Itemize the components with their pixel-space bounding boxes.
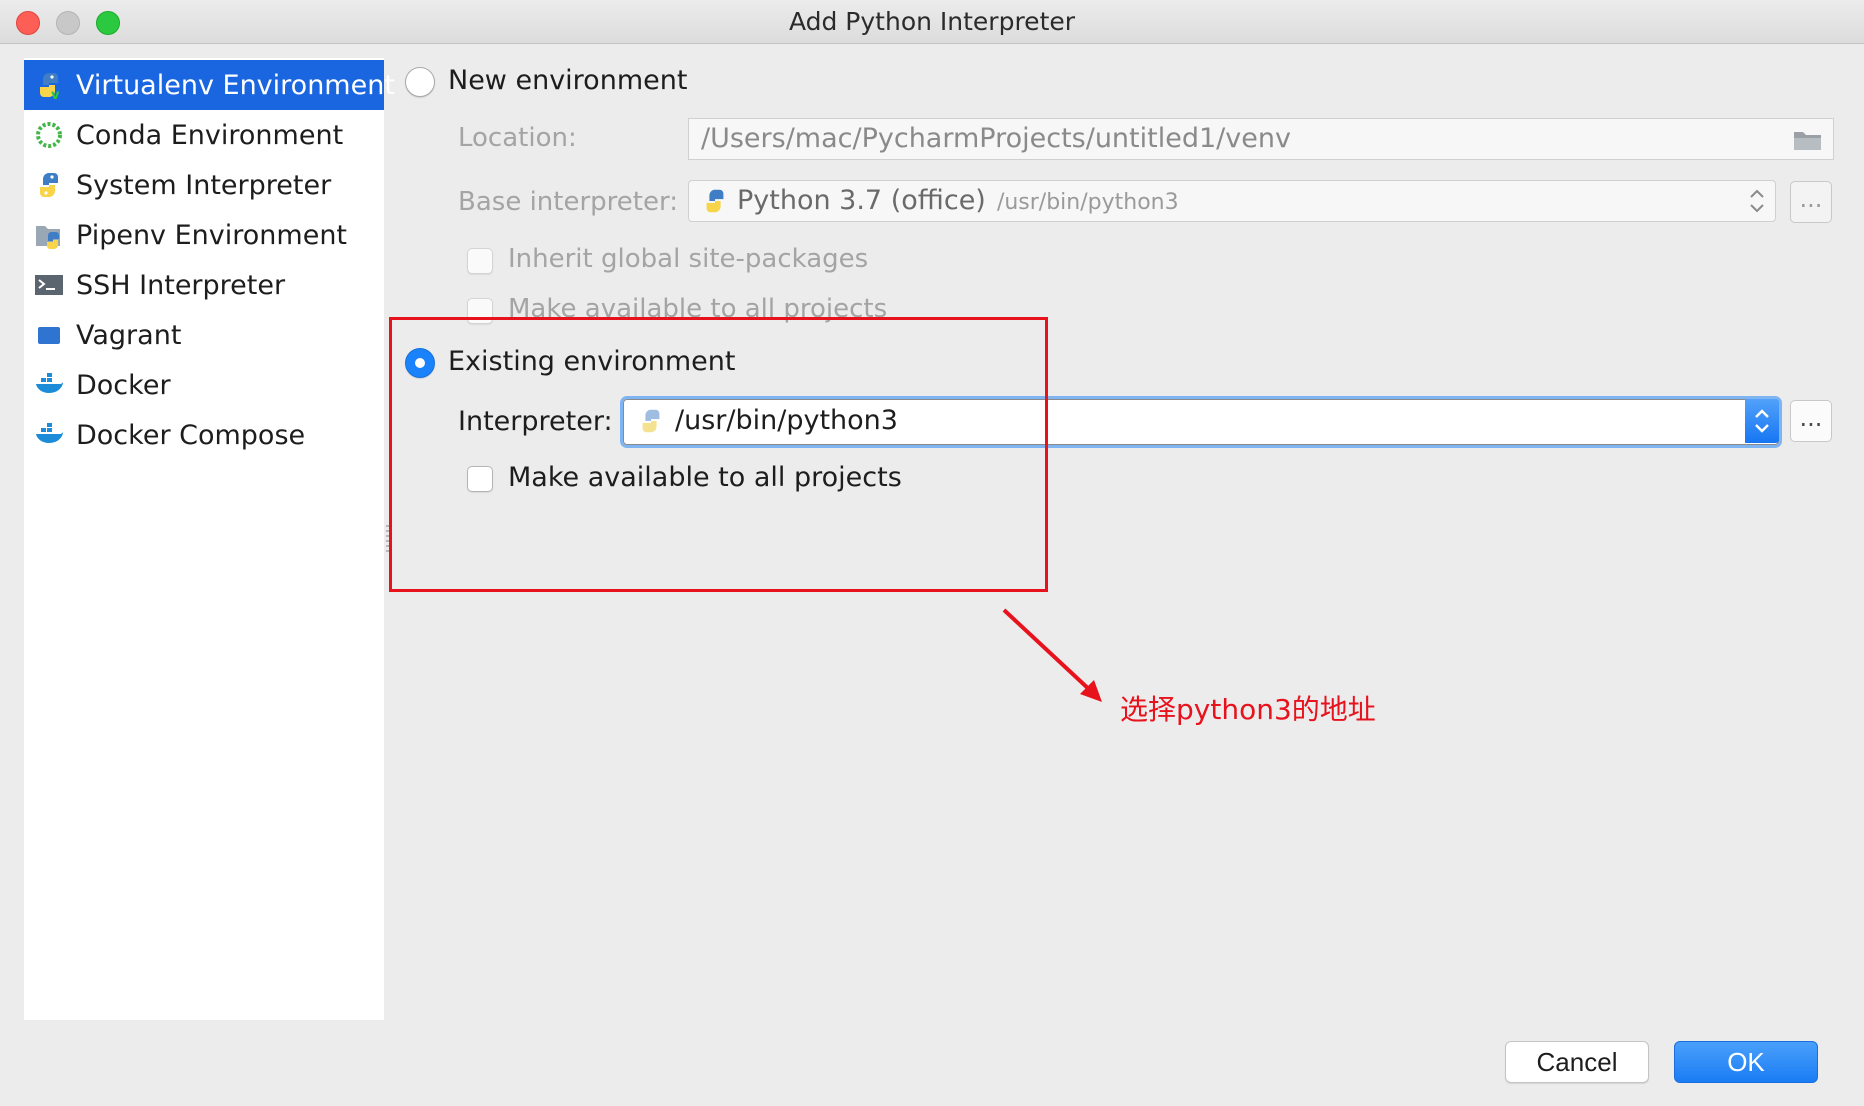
inherit-site-packages-checkbox[interactable] <box>467 248 493 274</box>
ok-button[interactable]: OK <box>1674 1041 1818 1083</box>
sidebar-item-conda[interactable]: Conda Environment <box>24 110 384 160</box>
new-environment-radio[interactable] <box>405 67 435 97</box>
python-icon <box>701 187 729 215</box>
sidebar-item-ssh[interactable]: SSH Interpreter <box>24 260 384 310</box>
sidebar-item-label: SSH Interpreter <box>76 269 286 301</box>
sidebar-item-label: System Interpreter <box>76 169 332 201</box>
conda-icon <box>34 120 64 150</box>
updown-chevron-icon <box>1755 409 1769 433</box>
sidebar-item-label: Docker <box>76 369 171 401</box>
terminal-icon <box>34 270 64 300</box>
new-environment-label: New environment <box>448 65 688 96</box>
window-title: Add Python Interpreter <box>788 7 1076 36</box>
sidebar-item-docker-compose[interactable]: Docker Compose <box>24 410 384 460</box>
sidebar-item-pipenv[interactable]: Pipenv Environment <box>24 210 384 260</box>
base-interpreter-browse-button[interactable]: ... <box>1790 181 1832 223</box>
title-bar: Add Python Interpreter <box>0 0 1864 44</box>
folder-icon[interactable] <box>1793 129 1823 150</box>
sidebar-item-system-interpreter[interactable]: System Interpreter <box>24 160 384 210</box>
location-field[interactable]: /Users/mac/PycharmProjects/untitled1/ven… <box>688 118 1834 160</box>
annotation-text: 选择python3的地址 <box>1120 693 1376 726</box>
virtualenv-icon: v <box>34 70 64 100</box>
inherit-site-packages-label: Inherit global site-packages <box>508 244 869 274</box>
updown-chevron-icon <box>1745 185 1769 217</box>
base-interpreter-path: /usr/bin/python3 <box>996 190 1179 215</box>
sidebar-item-vagrant[interactable]: Vagrant <box>24 310 384 360</box>
cancel-button[interactable]: Cancel <box>1505 1041 1649 1083</box>
location-label: Location: <box>458 123 577 153</box>
pipenv-icon <box>34 220 64 250</box>
annotation-arrow-icon <box>1002 608 1102 702</box>
base-interpreter-label: Base interpreter: <box>458 187 678 217</box>
docker-compose-icon <box>34 420 64 450</box>
docker-icon <box>34 370 64 400</box>
python-icon <box>34 170 64 200</box>
interpreter-browse-button[interactable]: ... <box>1790 400 1832 442</box>
dropdown-button[interactable] <box>1745 399 1779 443</box>
sidebar-item-docker[interactable]: Docker <box>24 360 384 410</box>
svg-text:v: v <box>51 88 60 100</box>
sidebar-item-label: Docker Compose <box>76 419 306 451</box>
vagrant-icon <box>34 320 64 350</box>
base-interpreter-name: Python 3.7 (office) <box>737 185 986 216</box>
sidebar-item-label: Pipenv Environment <box>76 219 348 251</box>
base-interpreter-combo[interactable]: Python 3.7 (office) /usr/bin/python3 <box>688 180 1776 222</box>
sidebar-item-label: Virtualenv Environment <box>76 69 395 101</box>
sidebar-item-virtualenv[interactable]: v Virtualenv Environment <box>24 60 395 110</box>
annotation-highlight-box <box>389 317 1048 592</box>
location-value: /Users/mac/PycharmProjects/untitled1/ven… <box>701 123 1291 154</box>
sidebar-item-label: Vagrant <box>76 319 182 351</box>
interpreter-type-list: v Virtualenv Environment Conda Environme… <box>24 58 395 1020</box>
sidebar-item-label: Conda Environment <box>76 119 344 151</box>
